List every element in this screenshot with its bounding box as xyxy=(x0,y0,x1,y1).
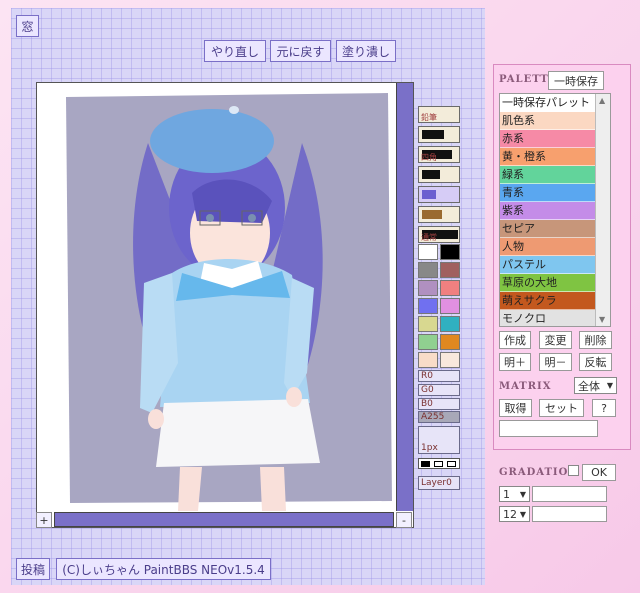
line-width-selector[interactable] xyxy=(418,458,460,469)
chevron-down-icon: ▼ xyxy=(519,509,526,519)
post-button[interactable]: 投稿 xyxy=(16,558,50,580)
drawing-canvas[interactable] xyxy=(52,83,396,511)
invert-button[interactable]: 反転 xyxy=(579,353,612,371)
redo-button[interactable]: やり直し xyxy=(204,40,266,62)
palette-item[interactable]: 黄・橙系 xyxy=(500,148,596,166)
color-swatch[interactable] xyxy=(418,262,438,278)
palette-item[interactable]: 紫系 xyxy=(500,202,596,220)
vertical-scrollbar[interactable] xyxy=(396,83,413,511)
artwork-image xyxy=(66,93,392,511)
matrix-scope-select[interactable]: 全体 ▼ xyxy=(574,377,617,394)
palette-list-scrollbar[interactable]: ▲ ▼ xyxy=(595,94,610,326)
palette-item[interactable]: 緑系 xyxy=(500,166,596,184)
color-swatch[interactable] xyxy=(440,352,460,368)
color-swatch[interactable] xyxy=(418,280,438,296)
palette-item[interactable]: 赤系 xyxy=(500,130,596,148)
tool-rectangle[interactable]: 四角 xyxy=(418,146,460,163)
color-swatch[interactable] xyxy=(440,262,460,278)
gradation-step1-select[interactable]: 1 ▼ xyxy=(499,486,530,502)
tool-brush[interactable] xyxy=(418,126,460,143)
scroll-up-icon[interactable]: ▲ xyxy=(599,96,605,105)
palette-item[interactable]: 萌えサクラ xyxy=(500,292,596,310)
gradation-title: GRADATION xyxy=(499,467,579,478)
color-swatch[interactable] xyxy=(440,316,460,332)
temp-save-button[interactable]: 一時保存 xyxy=(548,71,604,90)
matrix-title: MATRIX xyxy=(499,381,552,392)
matrix-textarea[interactable] xyxy=(499,420,598,437)
palette-item[interactable]: 一時保存パレット xyxy=(500,94,596,112)
color-swatch[interactable] xyxy=(440,244,460,260)
create-button[interactable]: 作成 xyxy=(499,331,531,349)
green-value[interactable]: G0 xyxy=(418,384,460,396)
zoom-out-button[interactable]: - xyxy=(396,512,412,528)
color-swatch[interactable] xyxy=(440,280,460,296)
palette-item[interactable]: 人物 xyxy=(500,238,596,256)
alpha-value[interactable]: A255 xyxy=(418,411,460,423)
gradation-color1-field[interactable] xyxy=(532,486,607,502)
darker-button[interactable]: 明－ xyxy=(539,353,572,371)
color-swatch[interactable] xyxy=(440,334,460,350)
layer-selector[interactable]: Layer0 xyxy=(418,476,460,490)
matrix-help-button[interactable]: ? xyxy=(592,399,616,417)
change-button[interactable]: 変更 xyxy=(539,331,572,349)
color-swatch[interactable] xyxy=(418,352,438,368)
matrix-scope-value: 全体 xyxy=(578,379,600,393)
color-swatch[interactable] xyxy=(418,316,438,332)
gradation-checkbox[interactable] xyxy=(568,465,579,476)
gradation-color2-field[interactable] xyxy=(532,506,607,522)
scroll-down-icon[interactable]: ▼ xyxy=(599,315,605,324)
tool-mode[interactable]: 通常 xyxy=(418,226,460,243)
gradation-ok-button[interactable]: OK xyxy=(582,464,616,481)
gradation-step2-value: 12 xyxy=(503,507,517,521)
chevron-down-icon: ▼ xyxy=(519,489,526,499)
color-swatch[interactable] xyxy=(418,298,438,314)
credit-link[interactable]: (C)しぃちゃん PaintBBS NEOv1.5.4 xyxy=(56,558,271,580)
palette-list[interactable]: 一時保存パレット 肌色系 赤系 黄・橙系 緑系 青系 紫系 セピア 人物 パステル 草原の大地 萌えサ… xyxy=(499,93,611,327)
matrix-get-button[interactable]: 取得 xyxy=(499,399,532,417)
zoom-in-button[interactable]: + xyxy=(36,512,52,528)
pen-size[interactable]: 1px xyxy=(418,426,460,454)
palette-item[interactable]: 草原の大地 xyxy=(500,274,596,292)
tool-text[interactable] xyxy=(418,206,460,223)
gradation-step2-select[interactable]: 12 ▼ xyxy=(499,506,530,522)
palette-item[interactable]: 肌色系 xyxy=(500,112,596,130)
palette-item[interactable]: 青系 xyxy=(500,184,596,202)
tool-copy[interactable] xyxy=(418,166,460,183)
color-swatch[interactable] xyxy=(440,298,460,314)
matrix-set-button[interactable]: セット xyxy=(539,399,584,417)
gradation-step1-value: 1 xyxy=(503,487,510,501)
color-swatch[interactable] xyxy=(418,244,438,260)
palette-item[interactable]: パステル xyxy=(500,256,596,274)
tool-pencil[interactable]: 鉛筆 xyxy=(418,106,460,123)
chevron-down-icon: ▼ xyxy=(606,381,613,390)
palette-item[interactable]: モノクロ xyxy=(500,310,596,326)
fill-button[interactable]: 塗り潰し xyxy=(336,40,396,62)
delete-button[interactable]: 削除 xyxy=(579,331,612,349)
palette-item[interactable]: セピア xyxy=(500,220,596,238)
color-swatch[interactable] xyxy=(418,334,438,350)
blue-value[interactable]: B0 xyxy=(418,398,460,410)
tool-mask[interactable] xyxy=(418,186,460,203)
lighter-button[interactable]: 明＋ xyxy=(499,353,531,371)
horizontal-scrollbar[interactable] xyxy=(54,512,394,527)
window-button[interactable]: 窓 xyxy=(16,15,39,37)
red-value[interactable]: R0 xyxy=(418,370,460,382)
undo-button[interactable]: 元に戻す xyxy=(270,40,331,62)
